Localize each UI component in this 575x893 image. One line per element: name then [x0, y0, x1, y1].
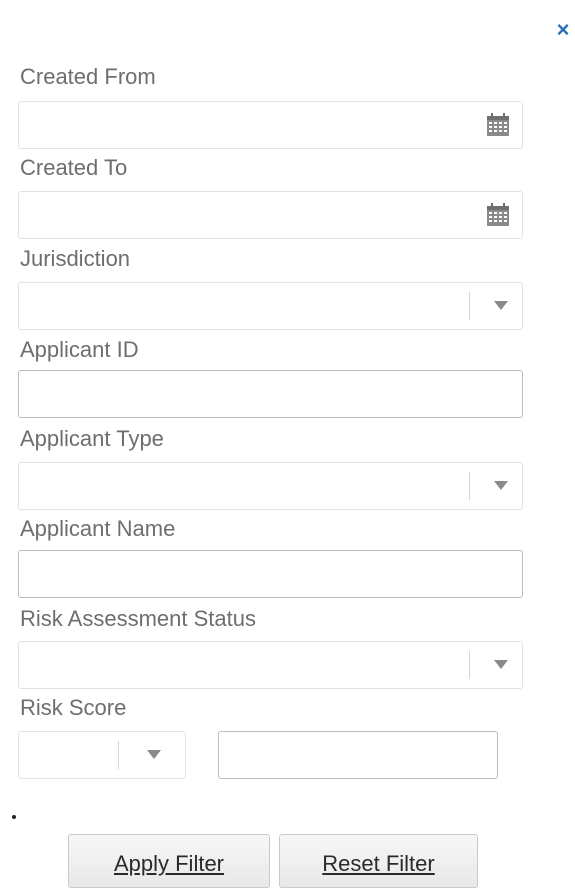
chevron-down-icon[interactable] — [494, 301, 508, 310]
chevron-down-icon[interactable] — [147, 750, 161, 759]
risk-score-operator-select[interactable] — [18, 731, 186, 779]
applicant-name-input[interactable] — [18, 550, 523, 598]
created-from-label: Created From — [20, 64, 156, 89]
dropdown-divider — [469, 292, 470, 320]
calendar-icon[interactable] — [486, 113, 510, 137]
applicant-id-input[interactable] — [18, 370, 523, 418]
jurisdiction-label: Jurisdiction — [20, 246, 131, 271]
calendar-icon[interactable] — [486, 203, 510, 227]
chevron-down-icon[interactable] — [494, 660, 508, 669]
applicant-type-select[interactable] — [18, 462, 523, 510]
created-from-field[interactable] — [18, 101, 523, 149]
applicant-type-label: Applicant Type — [20, 426, 164, 451]
applicant-id-label: Applicant ID — [20, 337, 139, 362]
dropdown-divider — [469, 651, 470, 679]
created-to-field[interactable] — [18, 191, 523, 239]
reset-filter-button[interactable]: Reset Filter — [279, 834, 478, 888]
applicant-name-label: Applicant Name — [20, 516, 176, 541]
chevron-down-icon[interactable] — [494, 481, 508, 490]
risk-score-input[interactable] — [218, 731, 498, 779]
apply-filter-button[interactable]: Apply Filter — [68, 834, 270, 888]
risk-assessment-status-label: Risk Assessment Status — [20, 606, 256, 631]
created-to-label: Created To — [20, 155, 128, 180]
dropdown-divider — [469, 472, 470, 500]
stray-dot — [12, 815, 16, 819]
risk-assessment-status-select[interactable] — [18, 641, 523, 689]
jurisdiction-select[interactable] — [18, 282, 523, 330]
dropdown-divider — [118, 741, 119, 769]
close-icon[interactable]: × — [554, 18, 572, 42]
risk-score-label: Risk Score — [20, 695, 127, 720]
